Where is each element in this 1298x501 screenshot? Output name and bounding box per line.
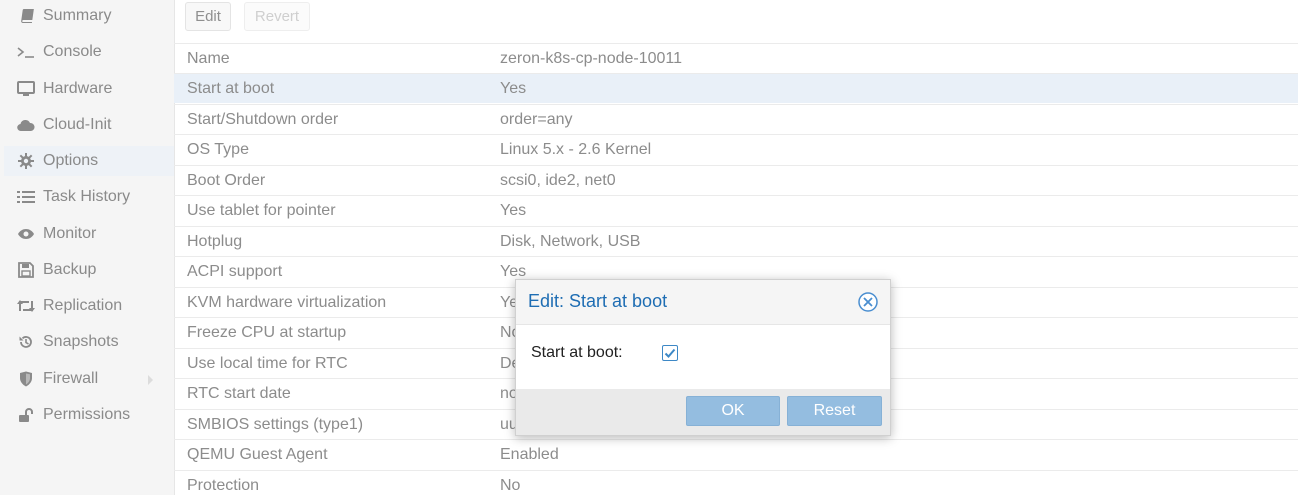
ok-button[interactable]: OK	[686, 396, 780, 426]
table-row[interactable]: Boot Order scsi0, ide2, net0	[174, 165, 1298, 195]
option-key: QEMU Guest Agent	[187, 446, 328, 463]
option-key: RTC start date	[187, 385, 291, 402]
sidebar-item-summary[interactable]: Summary	[4, 1, 174, 31]
option-value: Linux 5.x - 2.6 Kernel	[500, 141, 652, 158]
sidebar-item-monitor[interactable]: Monitor	[4, 219, 174, 249]
sidebar-item-task-history[interactable]: Task History	[4, 182, 174, 212]
list-icon	[15, 190, 37, 204]
checkmark-icon	[664, 348, 676, 358]
dialog-title: Edit: Start at boot	[528, 291, 668, 311]
table-row[interactable]: Hotplug Disk, Network, USB	[174, 226, 1298, 256]
sidebar-item-label: Snapshots	[43, 333, 119, 350]
terminal-icon	[15, 45, 37, 59]
option-value: scsi0, ide2, net0	[500, 172, 616, 189]
option-value: zeron-k8s-cp-node-10011	[500, 50, 683, 67]
start-at-boot-label: Start at boot:	[531, 344, 623, 361]
sidebar-item-cloud-init[interactable]: Cloud-Init	[4, 110, 174, 140]
table-row[interactable]: Start/Shutdown order order=any	[174, 104, 1298, 134]
sidebar-item-backup[interactable]: Backup	[4, 255, 174, 285]
option-key: Start/Shutdown order	[187, 111, 339, 128]
table-row[interactable]: OS Type Linux 5.x - 2.6 Kernel	[174, 134, 1298, 164]
table-row[interactable]: QEMU Guest Agent Enabled	[174, 439, 1298, 469]
sidebar-item-label: Firewall	[43, 370, 99, 387]
sidebar-item-label: Backup	[43, 261, 97, 278]
eye-icon	[15, 228, 37, 240]
option-key: Use local time for RTC	[187, 355, 348, 372]
floppy-icon	[15, 262, 37, 278]
option-key: Protection	[187, 477, 260, 494]
option-key: Boot Order	[187, 172, 266, 189]
book-icon	[15, 8, 37, 24]
shield-icon	[15, 371, 37, 387]
monitor-icon	[15, 81, 37, 97]
sidebar-item-options[interactable]: Options	[4, 146, 174, 176]
option-value: Yes	[500, 80, 527, 97]
option-key: SMBIOS settings (type1)	[187, 416, 364, 433]
history-icon	[15, 334, 37, 350]
option-value: No	[500, 477, 521, 494]
option-key: OS Type	[187, 141, 249, 158]
option-key: Freeze CPU at startup	[187, 324, 347, 341]
option-key: Start at boot	[187, 80, 275, 97]
sidebar-item-label: Options	[43, 152, 99, 169]
dialog-header[interactable]: Edit: Start at boot	[516, 280, 890, 325]
sidebar-item-label: Console	[43, 43, 102, 60]
option-key: Use tablet for pointer	[187, 202, 336, 219]
sidebar-item-snapshots[interactable]: Snapshots	[4, 327, 174, 357]
option-key: Hotplug	[187, 233, 243, 250]
sidebar-item-label: Hardware	[43, 80, 113, 97]
sidebar-item-hardware[interactable]: Hardware	[4, 74, 174, 104]
option-value: Enabled	[500, 446, 559, 463]
sidebar-item-label: Task History	[43, 188, 131, 205]
revert-button[interactable]: Revert	[244, 2, 310, 31]
reset-button[interactable]: Reset	[787, 396, 882, 426]
dialog-footer: OK Reset	[516, 389, 890, 435]
sidebar-item-console[interactable]: Console	[4, 37, 174, 67]
start-at-boot-checkbox[interactable]	[662, 345, 678, 361]
edit-button[interactable]: Edit	[185, 2, 231, 31]
options-toolbar: Edit Revert	[174, 0, 1298, 40]
cloud-icon	[15, 119, 37, 132]
table-row-selected[interactable]: Start at boot Yes	[174, 73, 1298, 103]
option-value: Yes	[500, 202, 527, 219]
option-key: Name	[187, 50, 230, 67]
sidebar-item-label: Cloud-Init	[43, 116, 112, 133]
sidebar-item-label: Monitor	[43, 225, 97, 242]
sidebar-item-label: Replication	[43, 297, 123, 314]
sidebar-nav: Summary Console Hardware Cloud-Init Opti…	[0, 0, 175, 495]
unlock-icon	[15, 407, 37, 423]
edit-start-at-boot-dialog: Edit: Start at boot Start at boot: OK Re…	[515, 279, 891, 436]
sidebar-item-permissions[interactable]: Permissions	[4, 400, 174, 430]
chevron-right-icon	[147, 373, 154, 391]
sidebar-item-label: Summary	[43, 7, 112, 24]
retweet-icon	[15, 299, 37, 313]
close-icon[interactable]	[857, 291, 879, 313]
table-row[interactable]: Name zeron-k8s-cp-node-10011	[174, 43, 1298, 73]
sidebar-item-label: Permissions	[43, 406, 131, 423]
option-value: Disk, Network, USB	[500, 233, 641, 250]
option-key: ACPI support	[187, 263, 283, 280]
sidebar-item-replication[interactable]: Replication	[4, 291, 174, 321]
sidebar-item-firewall[interactable]: Firewall	[4, 364, 174, 394]
option-key: KVM hardware virtualization	[187, 294, 387, 311]
table-row[interactable]: Use tablet for pointer Yes	[174, 195, 1298, 225]
table-row[interactable]: Protection No	[174, 470, 1298, 500]
option-value: order=any	[500, 111, 573, 128]
gear-icon	[15, 153, 37, 169]
